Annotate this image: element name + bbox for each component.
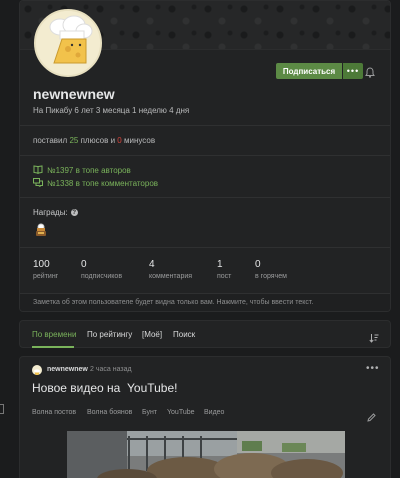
pluses-middle: плюсов и — [80, 136, 116, 145]
divider — [20, 197, 390, 198]
stat-value: 4 — [149, 259, 155, 270]
divider — [20, 125, 390, 126]
help-icon[interactable]: ? — [70, 209, 78, 216]
pluses-count: 25 — [69, 136, 79, 145]
stat-value: 0 — [81, 259, 87, 270]
feed-tabs: По времени По рейтингу [Моё] Поиск — [19, 320, 391, 348]
pluses-prefix: поставил — [33, 136, 68, 145]
username: newnewnew — [33, 86, 115, 102]
awards-heading: Награды: ? — [33, 208, 78, 217]
post-time: 2 часа назад — [90, 366, 132, 373]
votes-summary: поставил 25 плюсов и 0 минусов — [33, 136, 155, 145]
stat-value: 1 — [217, 259, 223, 270]
tab-mine[interactable]: [Моё] — [142, 330, 162, 339]
stat-label: комментария — [149, 273, 193, 280]
stat-value: 0 — [255, 259, 261, 270]
stat-label: подписчиков — [81, 273, 123, 280]
stat-value: 100 — [33, 259, 50, 270]
post-menu-button[interactable]: ••• — [366, 363, 380, 374]
stat-subscribers[interactable]: 0 подписчиков — [81, 259, 122, 280]
minuses-count: 0 — [117, 136, 122, 145]
user-note-field[interactable]: Заметка об этом пользователе будет видна… — [20, 293, 390, 311]
stat-comments[interactable]: 4 комментария — [149, 259, 192, 280]
top-commenters-link[interactable]: №1338 в топе комментаторов — [33, 178, 158, 189]
avatar[interactable] — [34, 9, 102, 77]
post-tag[interactable]: Видео — [204, 409, 224, 416]
top-authors-label: №1397 в топе авторов — [47, 166, 131, 175]
profile-column: Подписаться ••• newnewnew На Пикабу 6 ле… — [19, 0, 391, 478]
divider — [20, 155, 390, 156]
divider — [20, 247, 390, 248]
post-title[interactable]: Новое видео на YouTube! — [32, 381, 177, 395]
tab-by-rating[interactable]: По рейтингу — [87, 330, 132, 339]
post-author-avatar[interactable] — [32, 365, 42, 375]
stat-posts[interactable]: 1 пост — [217, 259, 231, 280]
bell-icon[interactable] — [365, 65, 375, 83]
subscribe-group: Подписаться ••• — [276, 63, 363, 79]
sort-icon[interactable] — [369, 330, 379, 348]
subscribe-button[interactable]: Подписаться — [276, 63, 342, 79]
left-edge-widget — [0, 404, 4, 414]
stat-hot[interactable]: 0 в горячем — [255, 259, 287, 280]
post-tag[interactable]: Бунт — [142, 409, 157, 416]
active-tab-underline — [32, 346, 74, 348]
book-icon — [33, 165, 43, 176]
post-tag[interactable]: YouTube — [167, 409, 195, 416]
post-tag[interactable]: Волна постов — [32, 409, 76, 416]
stats-row: 100 рейтинг 0 подписчиков 4 комментария … — [20, 259, 390, 289]
top-authors-link[interactable]: №1397 в топе авторов — [33, 165, 131, 176]
stat-rating: 100 рейтинг — [33, 259, 58, 280]
post-author[interactable]: newnewnew — [47, 366, 88, 373]
tab-search[interactable]: Поиск — [173, 330, 195, 339]
video-thumbnail[interactable] — [67, 431, 345, 478]
comments-icon — [33, 178, 43, 189]
top-commenters-label: №1338 в топе комментаторов — [47, 179, 159, 188]
post-card: newnewnew 2 часа назад ••• Новое видео н… — [19, 356, 391, 478]
post-tag[interactable]: Волна боянов — [87, 409, 132, 416]
stat-label: пост — [217, 273, 232, 280]
stat-label: в горячем — [255, 273, 287, 280]
award-icon[interactable] — [33, 222, 49, 243]
profile-card: Подписаться ••• newnewnew На Пикабу 6 ле… — [19, 0, 391, 312]
edit-icon[interactable] — [367, 409, 376, 427]
awards-label: Награды: — [33, 208, 68, 217]
stat-label: рейтинг — [33, 273, 59, 280]
member-since: На Пикабу 6 лет 3 месяца 1 неделю 4 дня — [33, 106, 190, 115]
tab-by-time[interactable]: По времени — [32, 330, 76, 339]
more-options-button[interactable]: ••• — [343, 63, 363, 79]
minuses-suffix: минусов — [123, 136, 156, 145]
